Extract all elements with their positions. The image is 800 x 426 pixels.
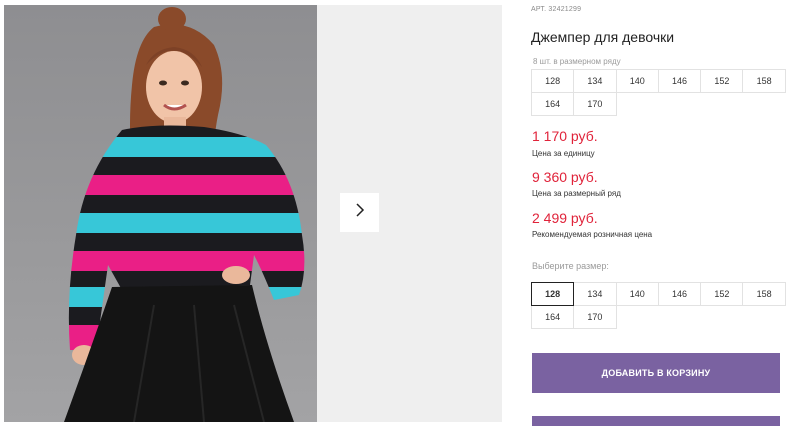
size-row-cell: 146 [657,69,702,93]
size-row-cell: 164 [531,92,575,116]
product-title: Джемпер для девочки [531,29,675,45]
size-option-146[interactable]: 146 [657,282,702,306]
size-option-140[interactable]: 140 [615,282,659,306]
size-row-cell: 158 [742,69,786,93]
row-price-note: Цена за размерный ряд [532,189,621,198]
size-picker: 128 134 140 146 152 158 164 170 [531,282,786,329]
size-row-grid: 128 134 140 146 152 158 164 170 [531,69,786,116]
secondary-action-button[interactable] [532,416,780,426]
chevron-right-icon [354,202,366,223]
girl-in-striped-sweater-image [64,7,305,422]
article-number: АРТ. 32421299 [531,6,582,13]
size-row-cell: 140 [615,69,659,93]
size-option-134[interactable]: 134 [573,282,617,306]
add-to-cart-button[interactable]: ДОБАВИТЬ В КОРЗИНУ [532,353,780,393]
next-image-button[interactable] [340,193,379,232]
size-option-152[interactable]: 152 [700,282,744,306]
size-row-label: 8 шт. в размерном ряду [533,57,621,66]
size-option-170[interactable]: 170 [573,305,617,329]
retail-price: 2 499 руб. [532,210,598,226]
row-price: 9 360 руб. [532,169,598,185]
size-row-cell: 152 [700,69,744,93]
size-option-158[interactable]: 158 [742,282,786,306]
unit-price: 1 170 руб. [532,128,598,144]
product-gallery [0,0,502,422]
retail-price-note: Рекомендуемая розничная цена [532,230,653,239]
size-option-164[interactable]: 164 [531,305,575,329]
size-row-cell: 134 [573,69,617,93]
size-row-cell: 128 [531,69,575,93]
unit-price-note: Цена за единицу [532,149,595,158]
size-option-128[interactable]: 128 [531,282,575,306]
choose-size-label: Выберите размер: [532,261,609,271]
size-row-cell: 170 [573,92,617,116]
product-photo [4,5,317,422]
